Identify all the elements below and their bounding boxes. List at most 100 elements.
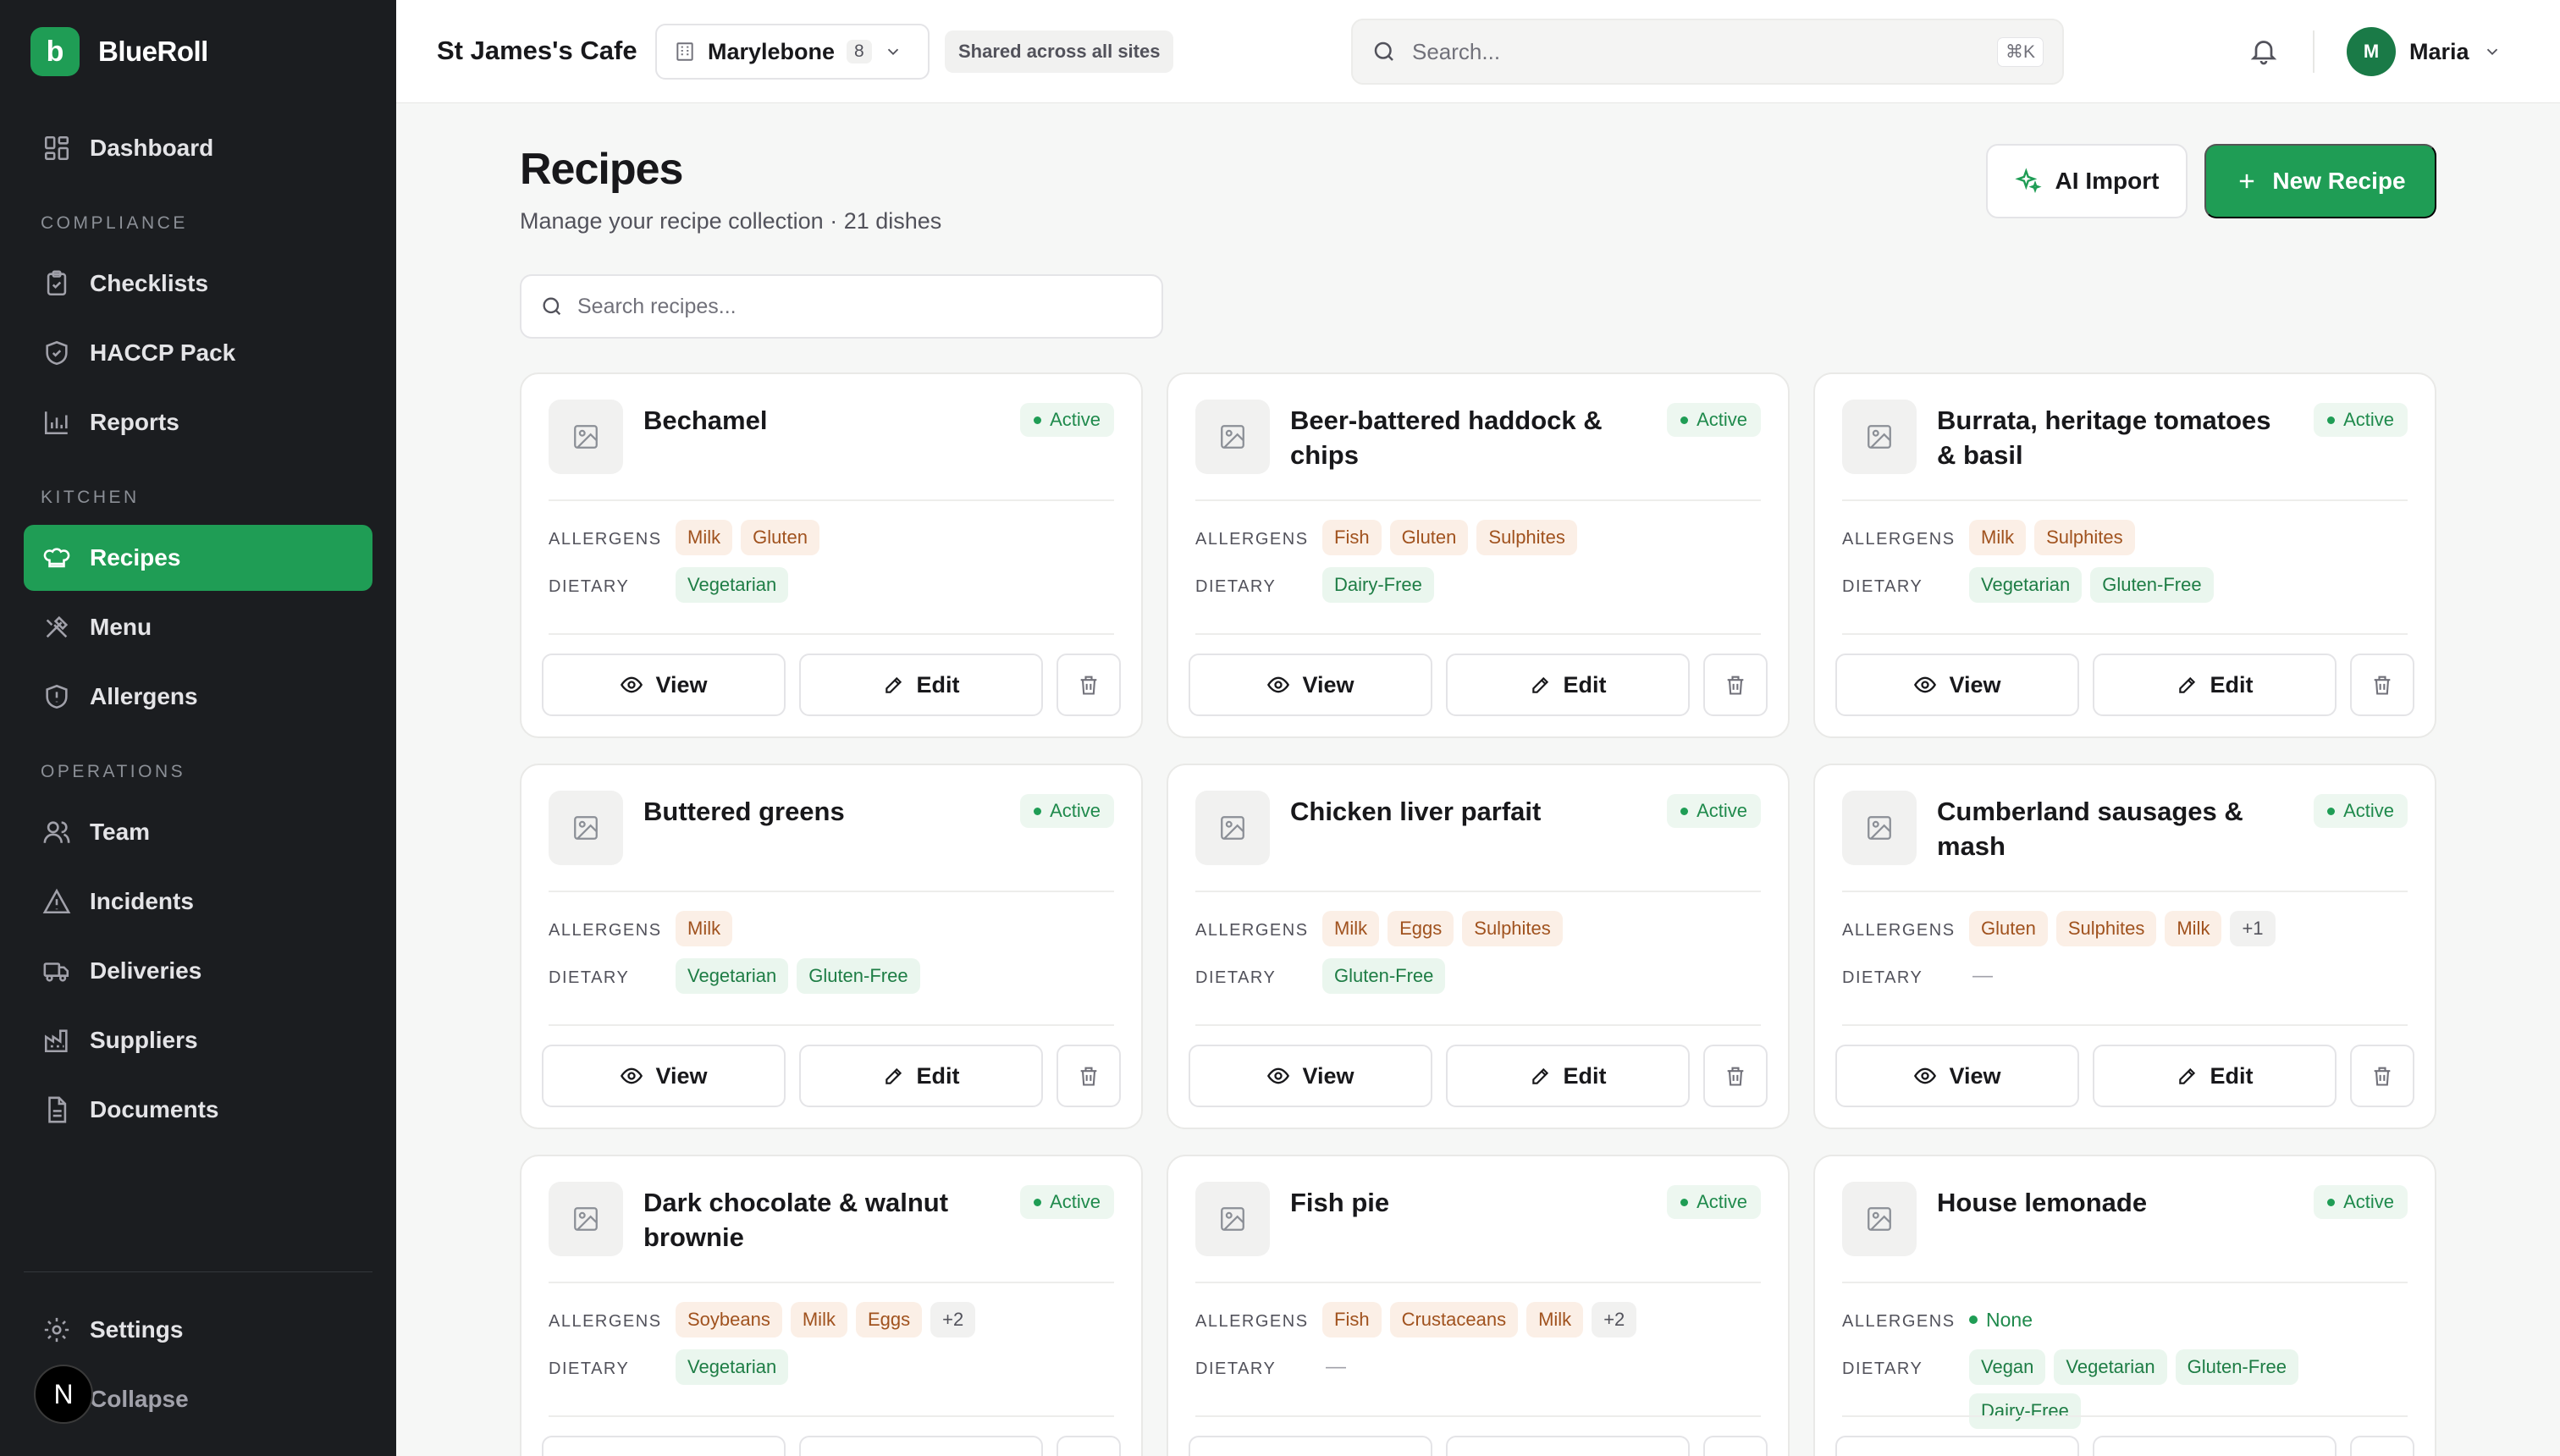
edit-button[interactable]: Edit [1446, 1045, 1690, 1107]
recipe-card[interactable]: Burrata, heritage tomatoes & basil Activ… [1813, 372, 2436, 738]
status-badge: Active [1020, 794, 1114, 828]
view-button[interactable]: View [542, 1436, 786, 1456]
sidebar-item-settings[interactable]: Settings [24, 1297, 372, 1363]
ai-import-label: AI Import [2055, 168, 2160, 194]
recipe-card[interactable]: House lemonade Active ALLERGENS None DIE… [1813, 1155, 2436, 1456]
card-actions: View Edit [542, 1436, 1121, 1456]
recipe-name[interactable]: House lemonade [1937, 1182, 2293, 1220]
recipe-name[interactable]: Fish pie [1290, 1182, 1647, 1220]
sidebar-item-reports[interactable]: Reports [24, 389, 372, 455]
dietary-tags: — [1969, 958, 2408, 994]
edit-button[interactable]: Edit [2093, 1436, 2337, 1456]
dietary-tag: Vegetarian [676, 567, 789, 603]
recipe-card[interactable]: Cumberland sausages & mash Active ALLERG… [1813, 764, 2436, 1129]
dietary-row: DIETARY Vegetarian Gluten-Free [1842, 567, 2408, 603]
edit-button[interactable]: Edit [799, 1436, 1043, 1456]
global-search-input[interactable] [1412, 38, 1982, 65]
recipe-name[interactable]: Chicken liver parfait [1290, 791, 1647, 829]
delete-button[interactable] [2350, 1436, 2414, 1456]
edit-button[interactable]: Edit [1446, 1436, 1690, 1456]
delete-button[interactable] [1703, 654, 1768, 716]
shield-check-icon [46, 340, 68, 366]
recipe-card[interactable]: Beer-battered haddock & chips Active ALL… [1167, 372, 1790, 738]
view-button[interactable]: View [1189, 654, 1432, 716]
sidebar-item-haccp-pack[interactable]: HACCP Pack [24, 320, 372, 386]
edit-button[interactable]: Edit [799, 654, 1043, 716]
allergens-row: ALLERGENS Milk Gluten [549, 520, 1114, 555]
sidebar-item-menu[interactable]: Menu [24, 594, 372, 660]
edit-button[interactable]: Edit [1446, 654, 1690, 716]
clipboard-icon [47, 270, 67, 296]
view-button[interactable]: View [542, 654, 786, 716]
delete-button[interactable] [1703, 1436, 1768, 1456]
sidebar-item-recipes[interactable]: Recipes [24, 525, 372, 591]
recipe-name[interactable]: Bechamel [643, 400, 1000, 438]
sidebar-item-label: Team [90, 819, 151, 845]
card-actions: View Edit [1835, 1045, 2414, 1107]
sidebar-item-dashboard[interactable]: Dashboard [24, 115, 372, 181]
recipe-search-input[interactable] [577, 294, 1143, 319]
recipe-card[interactable]: Bechamel Active ALLERGENS Milk Gluten DIE… [520, 372, 1143, 738]
view-button[interactable]: View [1835, 1436, 2079, 1456]
view-button[interactable]: View [1189, 1436, 1432, 1456]
recipe-card[interactable]: Fish pie Active ALLERGENS Fish Crustacean… [1167, 1155, 1790, 1456]
allergens-row: ALLERGENS Milk Eggs Sulphites [1195, 911, 1761, 946]
brand[interactable]: b BlueRoll [30, 27, 208, 76]
allergen-more-tag[interactable]: +1 [2230, 911, 2276, 946]
sidebar-item-deliveries[interactable]: Deliveries [24, 938, 372, 1004]
recipe-name[interactable]: Cumberland sausages & mash [1937, 791, 2293, 863]
sidebar-item-team[interactable]: Team [24, 799, 372, 865]
recipe-card-header: Chicken liver parfait Active [1195, 791, 1761, 892]
allergen-more-tag[interactable]: +2 [1592, 1302, 1637, 1337]
plus-icon [2240, 174, 2254, 189]
recipe-name[interactable]: Buttered greens [643, 791, 1000, 829]
delete-button[interactable] [1057, 1436, 1121, 1456]
sidebar-item-suppliers[interactable]: Suppliers [24, 1007, 372, 1073]
card-divider [1842, 1024, 2408, 1026]
view-button[interactable]: View [1189, 1045, 1432, 1107]
card-actions: View Edit [1835, 1436, 2414, 1456]
trash-icon [1724, 673, 1747, 697]
recipe-card[interactable]: Dark chocolate & walnut brownie Active A… [520, 1155, 1143, 1456]
recipe-search[interactable] [520, 274, 1163, 339]
sidebar-item-checklists[interactable]: Checklists [24, 251, 372, 317]
allergen-more-tag[interactable]: +2 [930, 1302, 976, 1337]
delete-button[interactable] [1703, 1045, 1768, 1107]
view-button[interactable]: View [1835, 654, 2079, 716]
overlay-badge[interactable]: N [34, 1365, 93, 1424]
edit-label: Edit [1563, 1062, 1607, 1089]
global-search[interactable]: ⌘K [1351, 19, 2064, 85]
pencil-icon [2177, 1065, 2199, 1087]
recipe-card[interactable]: Chicken liver parfait Active ALLERGENS M… [1167, 764, 1790, 1129]
edit-button[interactable]: Edit [2093, 1045, 2337, 1107]
sidebar-item-label: Menu [90, 614, 152, 640]
view-button[interactable]: View [542, 1045, 786, 1107]
delete-button[interactable] [1057, 1045, 1121, 1107]
recipe-name[interactable]: Dark chocolate & walnut brownie [643, 1182, 1000, 1255]
allergen-tags: Gluten Sulphites Milk +1 [1969, 911, 2408, 946]
delete-button[interactable] [2350, 1045, 2414, 1107]
recipe-card[interactable]: Buttered greens Active ALLERGENS Milk DI… [520, 764, 1143, 1129]
user-menu[interactable]: M Maria [2347, 27, 2502, 76]
view-label: View [1949, 1062, 2001, 1089]
edit-button[interactable]: Edit [2093, 654, 2337, 716]
delete-button[interactable] [1057, 654, 1121, 716]
edit-button[interactable]: Edit [799, 1045, 1043, 1107]
card-divider [1195, 1024, 1761, 1026]
recipe-name[interactable]: Beer-battered haddock & chips [1290, 400, 1647, 472]
allergens-row: ALLERGENS None [1842, 1302, 2408, 1337]
dietary-tags: Vegetarian [676, 1349, 1114, 1385]
view-button[interactable]: View [1835, 1045, 2079, 1107]
sidebar-item-incidents[interactable]: Incidents [24, 869, 372, 935]
new-recipe-button[interactable]: New Recipe [2204, 144, 2436, 218]
edit-label: Edit [2210, 1062, 2254, 1089]
dietary-tag: Vegan [1969, 1349, 2046, 1385]
bell-icon[interactable] [2248, 36, 2279, 66]
recipe-name[interactable]: Burrata, heritage tomatoes & basil [1937, 400, 2293, 472]
delete-button[interactable] [2350, 654, 2414, 716]
ai-import-button[interactable]: AI Import [1986, 144, 2188, 218]
sidebar-item-allergens[interactable]: Allergens [24, 664, 372, 730]
site-selector[interactable]: Marylebone 8 [655, 24, 930, 80]
sidebar-item-documents[interactable]: Documents [24, 1077, 372, 1143]
allergen-tag: Gluten [1969, 911, 2048, 946]
